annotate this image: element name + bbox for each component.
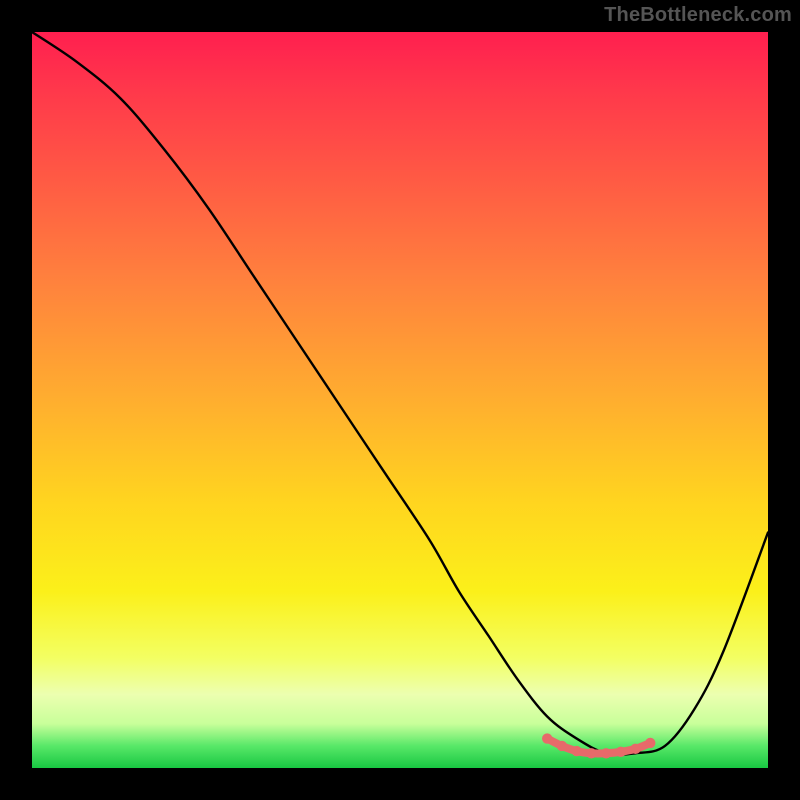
highlight-dot [586, 748, 596, 758]
highlight-dot [601, 748, 611, 758]
curve-svg [32, 32, 768, 768]
highlight-dot [630, 744, 640, 754]
bottleneck-curve [32, 32, 768, 755]
highlight-dot [616, 747, 626, 757]
highlight-dot [571, 746, 581, 756]
highlight-dot [645, 738, 655, 748]
highlight-dot [557, 741, 567, 751]
watermark-text: TheBottleneck.com [604, 4, 792, 27]
plot-area [32, 32, 768, 768]
highlight-dot [542, 733, 552, 743]
chart-frame: TheBottleneck.com [0, 0, 800, 800]
